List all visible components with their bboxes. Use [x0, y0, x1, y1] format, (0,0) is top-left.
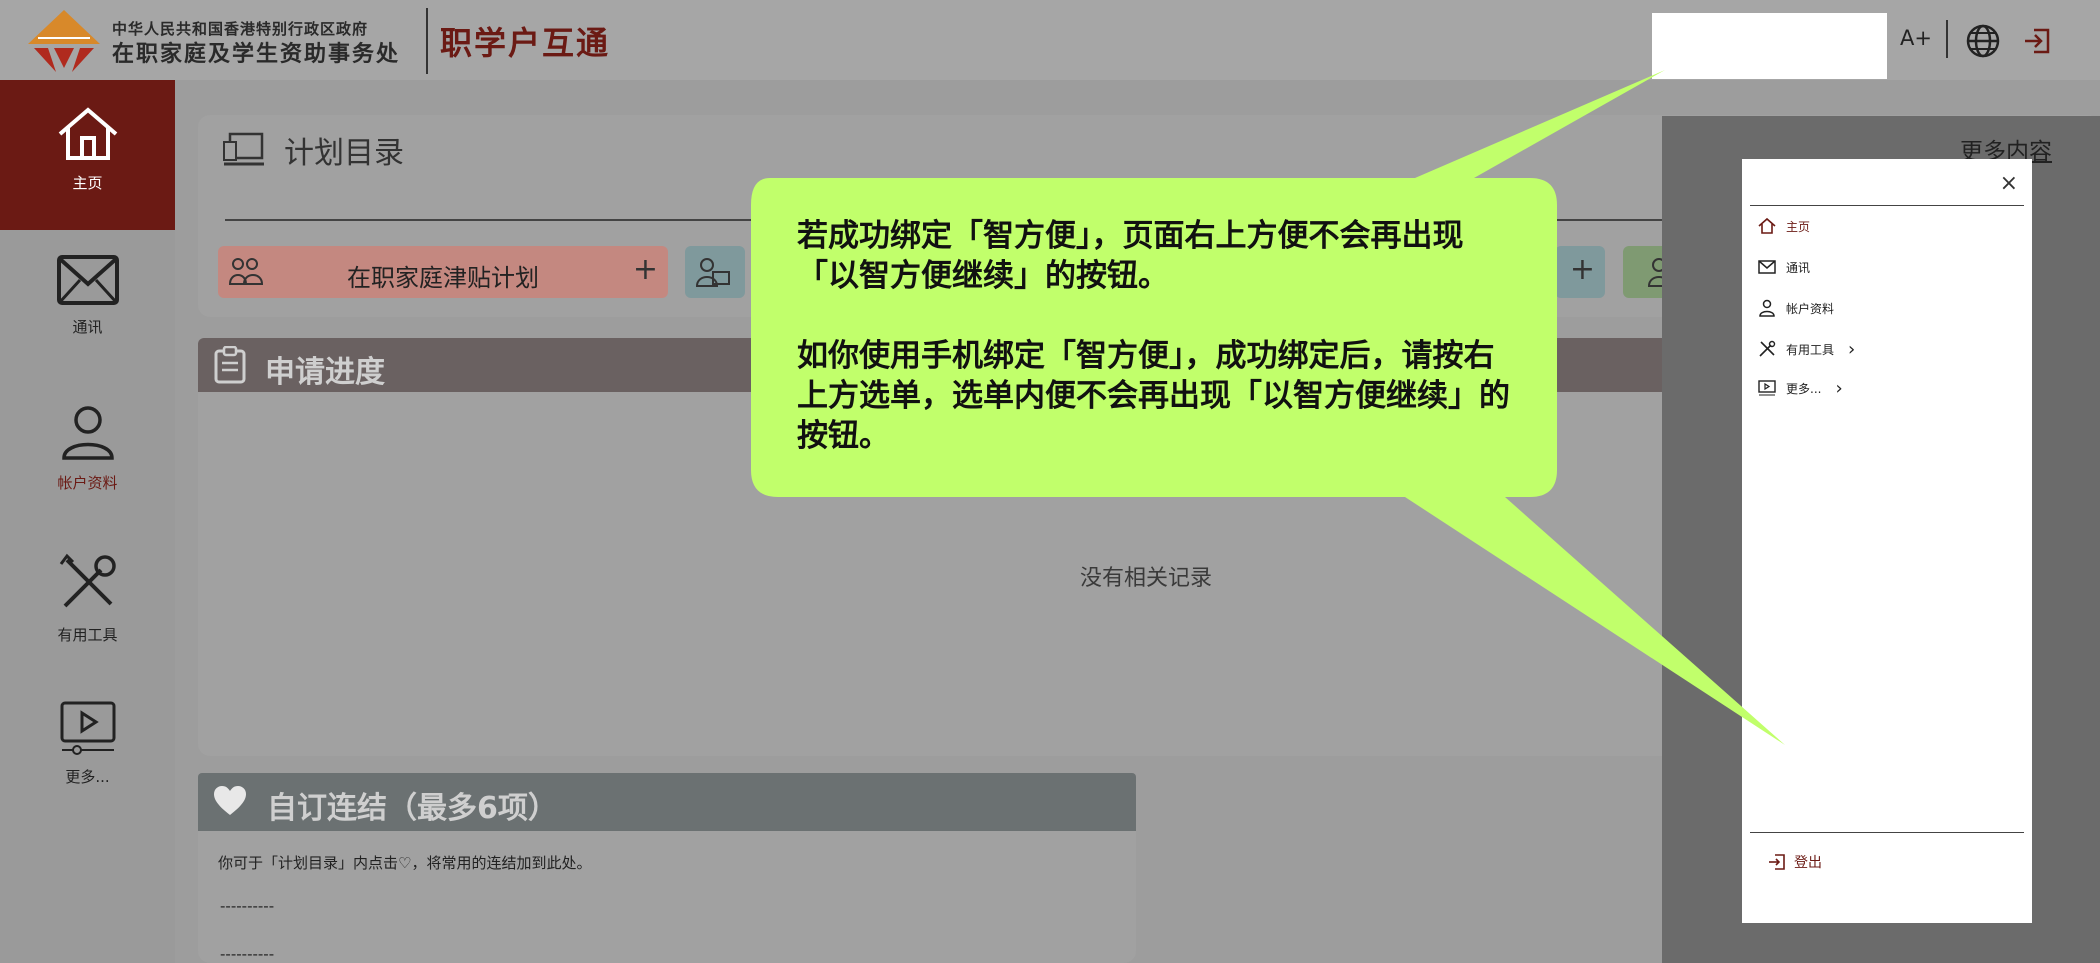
sidebar-item-account[interactable]: 帐户资料 [0, 376, 175, 526]
programme-card-student[interactable] [685, 246, 745, 298]
mobile-menu-drawer: × 主页 通讯 帐户资料 有用工具 › 更多... › 登出 [1742, 159, 2032, 923]
sidebar-item-home[interactable]: 主页 [0, 80, 175, 230]
logout-icon[interactable] [2022, 26, 2052, 56]
sidebar-item-label: 更多... [65, 768, 110, 786]
menu-item-label: 更多... [1786, 381, 1822, 396]
programme-card-wfa[interactable]: 在职家庭津贴计划 + [218, 246, 668, 298]
laptop-icon [223, 132, 264, 166]
logout-label: 登出 [1794, 855, 1822, 871]
menu-item-label: 通讯 [1786, 260, 1811, 275]
home-icon [58, 107, 117, 160]
menu-item-account[interactable]: 帐户资料 [1758, 295, 1834, 321]
menu-item-more[interactable]: 更多... › [1758, 375, 1843, 401]
sidebar-item-label: 帐户资料 [57, 474, 118, 492]
menu-item-tools[interactable]: 有用工具 › [1758, 336, 1855, 362]
sidebar-item-more[interactable]: 更多... [0, 674, 175, 824]
clipboard-icon [214, 346, 246, 384]
drawer-divider [1750, 205, 2024, 206]
drawer-logout-button[interactable]: 登出 [1768, 852, 1822, 872]
custom-links-note: 你可于「计划目录」内点击♡，将常用的连结加到此处。 [218, 854, 592, 872]
programme-title: 计划目录 [284, 136, 404, 171]
student-icon [695, 258, 730, 287]
callout-text: 若成功绑定「智方便」，页面右上方便不会再出现「以智方便继续」的按钮。 如你使用手… [797, 216, 1517, 496]
menu-item-label: 有用工具 [1786, 342, 1835, 357]
empty-state-text: 没有相关记录 [1080, 566, 1213, 591]
sidebar-item-mail[interactable]: 通讯 [0, 228, 175, 378]
header: 中华人民共和国香港特别行政区政府 在职家庭及学生资助事务处 职学户互通 A+ [0, 0, 2100, 80]
org-name-line2: 在职家庭及学生资助事务处 [112, 42, 401, 67]
callout-paragraph: 如你使用手机绑定「智方便」，成功绑定后，请按右上方选单，选单内便不会再出现「以智… [797, 338, 1510, 454]
tools-icon [59, 553, 116, 608]
callout-paragraph: 若成功绑定「智方便」，页面右上方便不会再出现「以智方便继续」的按钮。 [797, 218, 1464, 294]
logout-icon [1769, 854, 1785, 870]
menu-item-label: 主页 [1786, 219, 1811, 234]
iam-smart-placeholder [1652, 13, 1887, 79]
sidebar-item-label: 通讯 [72, 318, 103, 336]
brand-divider [426, 8, 428, 74]
brand-title[interactable]: 职学户互通 [440, 18, 610, 64]
mail-icon [56, 255, 119, 305]
sidebar-item-label: 主页 [72, 174, 103, 192]
custom-links-title: 自订连结（最多6项） [267, 791, 558, 826]
progress-title: 申请进度 [265, 355, 385, 390]
user-icon [61, 406, 114, 460]
video-icon [1758, 380, 1776, 396]
empty-link-slot: ---------- [220, 897, 275, 915]
home-icon [1758, 217, 1776, 234]
add-favorite-button[interactable]: + [633, 252, 658, 287]
user-icon [1759, 299, 1775, 317]
logo-icon [28, 10, 100, 72]
header-separator [1946, 20, 1948, 58]
close-icon[interactable]: × [2000, 171, 2018, 196]
heart-icon [214, 786, 246, 815]
empty-link-slot: ---------- [220, 945, 275, 963]
mail-icon [1758, 260, 1776, 274]
video-icon [60, 701, 115, 755]
drawer-divider [1750, 832, 2024, 833]
tools-icon [1759, 340, 1776, 357]
sidebar-item-label: 有用工具 [57, 626, 118, 644]
globe-icon[interactable] [1965, 23, 2001, 59]
menu-item-mail[interactable]: 通讯 [1758, 254, 1810, 280]
programme-card-label: 在职家庭津贴计划 [347, 264, 539, 292]
chevron-right-icon: › [1835, 377, 1843, 399]
chevron-right-icon: › [1848, 338, 1856, 360]
menu-item-home[interactable]: 主页 [1758, 213, 1810, 239]
sidebar: 主页 通讯 帐户资料 有用工具 更多... [0, 80, 175, 963]
add-favorite-button[interactable]: + [1570, 252, 1595, 287]
menu-item-label: 帐户资料 [1786, 301, 1835, 316]
programme-card-partial[interactable]: + [1555, 246, 1605, 298]
font-size-button[interactable]: A+ [1900, 26, 1932, 50]
sidebar-item-tools[interactable]: 有用工具 [0, 526, 175, 676]
